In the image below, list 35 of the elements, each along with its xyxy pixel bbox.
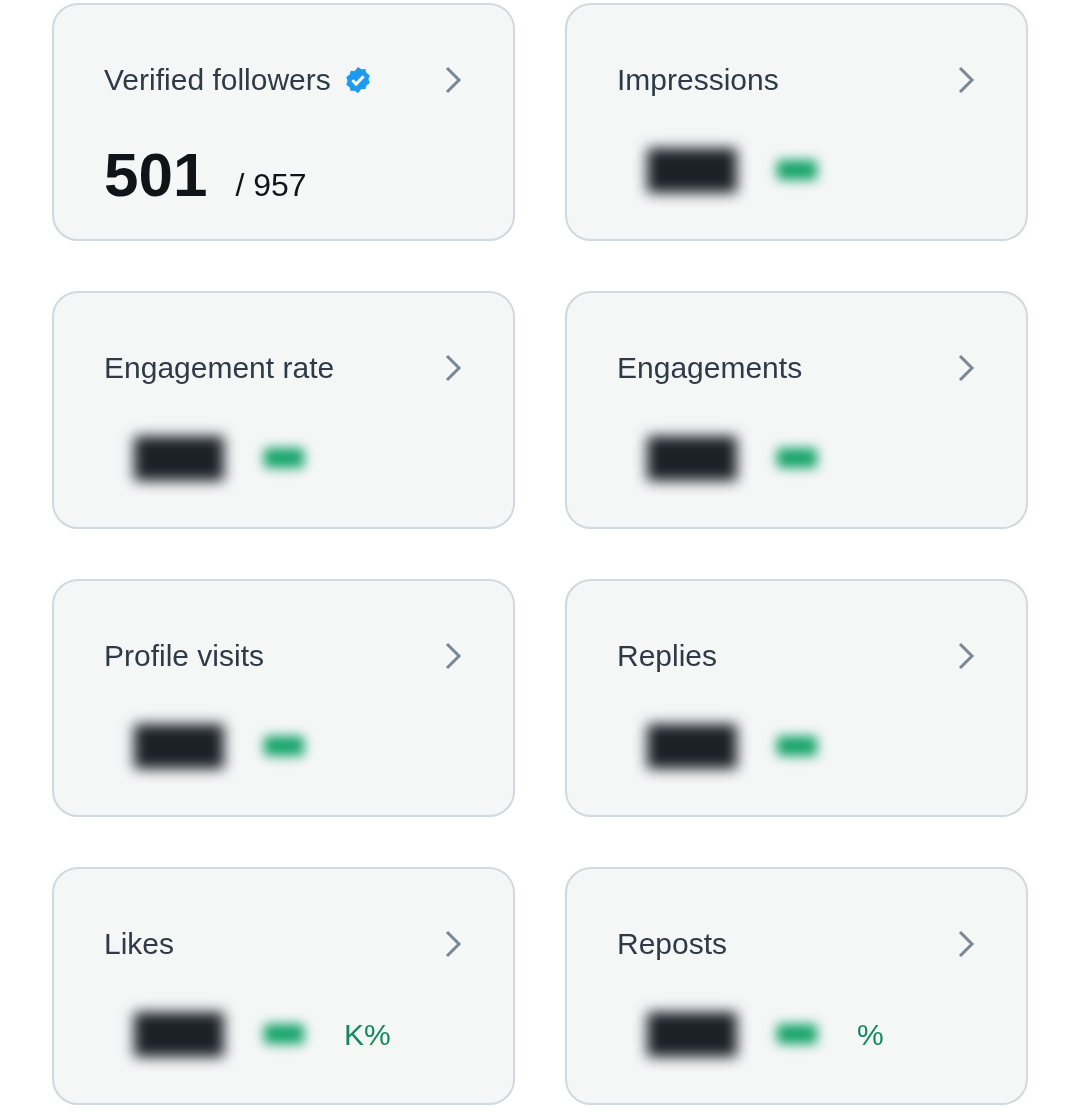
- metric-card[interactable]: Likes K%: [52, 867, 515, 1105]
- card-title: Engagements: [617, 350, 803, 386]
- card-title: Reposts: [617, 926, 728, 962]
- card-title: Profile visits: [104, 638, 265, 674]
- redaction-blur: [264, 1024, 304, 1044]
- metric-card[interactable]: Profile visits: [52, 579, 515, 817]
- chevron-right-icon: [956, 641, 976, 671]
- chevron-right-icon: [956, 65, 976, 95]
- card-title: Impressions: [617, 62, 779, 98]
- redaction-blur: [777, 736, 817, 756]
- metric-card[interactable]: Engagements: [565, 291, 1028, 529]
- card-title: Engagement rate: [104, 350, 335, 386]
- metric-card[interactable]: Engagement rate: [52, 291, 515, 529]
- metric-total: / 957: [235, 166, 307, 205]
- change-percent: %: [857, 1016, 884, 1053]
- metric-card[interactable]: Impressions: [565, 3, 1028, 241]
- redaction-blur: [264, 736, 304, 756]
- metric-card[interactable]: Replies: [565, 579, 1028, 817]
- chevron-right-icon: [443, 65, 463, 95]
- chevron-right-icon: [956, 929, 976, 959]
- chevron-right-icon: [443, 641, 463, 671]
- card-title: Verified followers: [104, 62, 331, 98]
- redaction-blur: [777, 448, 817, 468]
- metric-card[interactable]: Verified followers 501 / 957: [52, 3, 515, 241]
- redaction-blur: [264, 448, 304, 468]
- card-title: Likes: [104, 926, 175, 962]
- metric-card[interactable]: Reposts %: [565, 867, 1028, 1105]
- change-percent: K%: [344, 1016, 391, 1053]
- chevron-right-icon: [956, 353, 976, 383]
- chevron-right-icon: [443, 353, 463, 383]
- chevron-right-icon: [443, 929, 463, 959]
- redaction-blur: [777, 1024, 817, 1044]
- metric-value: 501: [104, 139, 208, 211]
- card-title: Replies: [617, 638, 718, 674]
- redaction-blur: [777, 160, 817, 180]
